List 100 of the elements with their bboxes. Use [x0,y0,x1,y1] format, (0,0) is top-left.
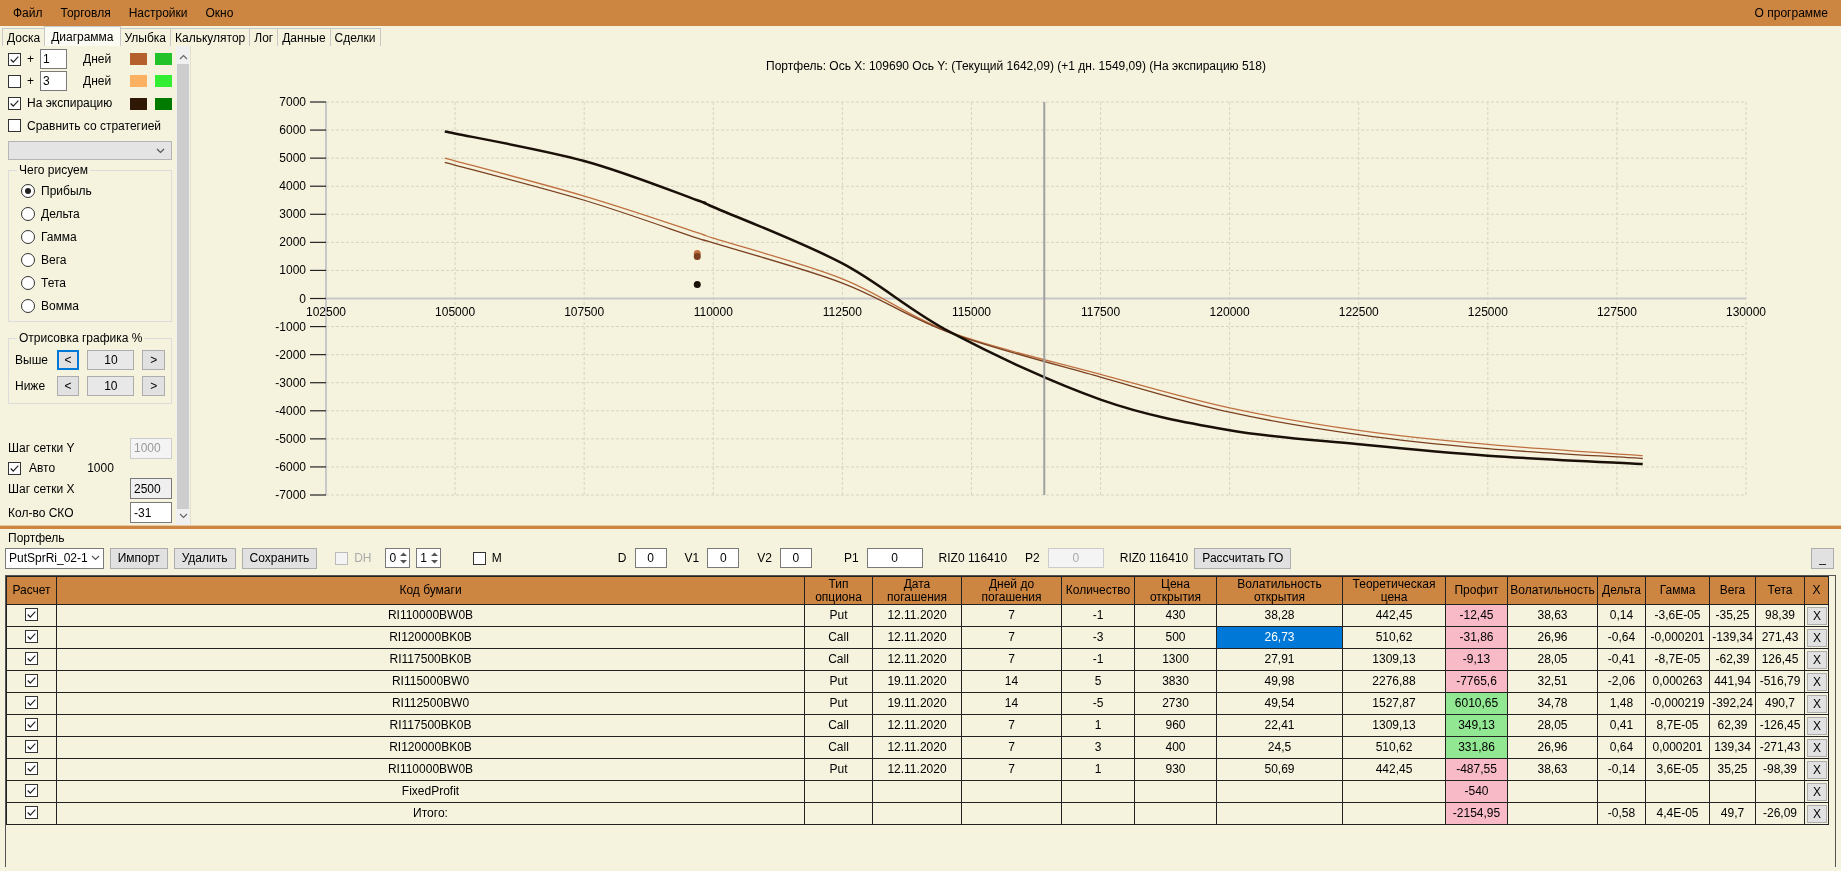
tab[interactable]: Данные [277,27,331,46]
column-header[interactable]: X [1804,576,1829,605]
menu-item[interactable]: Файл [4,3,52,23]
checkbox[interactable] [8,119,21,133]
tab[interactable]: Калькулятор [170,27,251,46]
checkbox[interactable] [25,783,38,797]
column-header[interactable]: Дельта [1597,576,1646,605]
value-field[interactable]: 10 [87,376,135,397]
scroll-up-icon[interactable] [178,54,188,60]
color-swatch[interactable] [130,53,147,66]
color-swatch[interactable] [155,75,172,88]
checkbox[interactable] [25,805,38,819]
column-header[interactable]: Код бумаги [56,576,805,605]
calculate-button[interactable]: Рассчитать ГО [1194,547,1292,569]
delete-button[interactable]: X [1807,694,1827,713]
decrease-button[interactable]: < [56,376,80,397]
minimize-button[interactable]: _ [1811,547,1834,569]
radio-button[interactable] [21,206,35,221]
column-header[interactable]: Дней до погашения [961,576,1062,605]
radio-label: Дельта [41,206,80,222]
menu-item[interactable]: О программе [1745,3,1837,23]
table-cell: -1 [1061,604,1135,627]
checkbox[interactable] [25,695,38,709]
menu-item[interactable]: Окно [196,3,243,23]
column-header[interactable]: Количество [1061,576,1135,605]
tab[interactable]: Сделки [329,27,381,46]
axis-label: 2000 [279,235,306,250]
radio-button[interactable] [21,298,35,313]
axis-label: 7000 [279,95,306,109]
spinner[interactable]: 1 [416,548,441,568]
menu-item[interactable]: Настройки [119,3,197,23]
checkbox[interactable] [25,607,38,621]
delete-button[interactable]: X [1807,782,1827,801]
radio-button[interactable] [21,229,35,244]
table-cell: -392,24 [1709,692,1756,715]
dropdown[interactable]: PutSprRi_02-1 [5,547,104,569]
column-header[interactable]: Вега [1709,576,1756,605]
input-field[interactable]: 0 [707,548,740,568]
delete-button[interactable]: X [1807,650,1827,669]
input-field[interactable]: -31 [130,502,172,524]
color-swatch[interactable] [130,97,147,110]
tab[interactable]: Доска [2,27,46,46]
scroll-down-icon[interactable] [178,513,188,519]
delete-button[interactable]: X [1807,716,1827,735]
increase-button[interactable]: > [142,376,165,397]
column-header[interactable]: Теоретическая цена [1342,576,1446,605]
radio-button[interactable] [21,252,35,267]
value-field[interactable]: 10 [87,350,135,371]
delete-button[interactable]: X [1807,628,1827,647]
checkbox[interactable] [472,551,486,565]
delete-button[interactable]: X [1807,672,1827,691]
checkbox[interactable] [25,629,38,643]
delete-button[interactable]: X [1807,804,1827,823]
input-field[interactable]: 2500 [130,478,172,500]
spinner[interactable]: 0 [385,548,411,568]
delete-button[interactable]: X [1807,738,1827,757]
checkbox[interactable] [8,462,21,476]
tab[interactable]: Диаграмма [44,25,121,46]
checkbox[interactable] [8,52,21,66]
spin-arrows-icon[interactable] [398,550,410,566]
input-field[interactable]: 0 [866,548,923,568]
color-swatch[interactable] [155,97,172,110]
checkbox[interactable] [8,97,21,110]
radio-button[interactable] [21,183,35,198]
toolbar-button[interactable]: Импорт [109,547,168,569]
menu-item[interactable]: Торговля [51,3,120,23]
column-header[interactable]: Расчет [6,576,57,605]
column-header[interactable]: Тип опциона [804,576,873,605]
column-header[interactable]: Волатильность [1507,576,1598,605]
checkbox[interactable] [25,651,38,665]
checkbox[interactable] [25,739,38,753]
unit-label: Дней [83,74,112,89]
input-field[interactable]: 1 [40,49,67,70]
toolbar-button[interactable]: Сохранить [241,547,318,569]
increase-button[interactable]: > [142,350,165,371]
scrollbar[interactable] [176,46,190,525]
column-header[interactable]: Цена открытия [1134,576,1217,605]
toolbar-button[interactable]: Удалить [173,547,236,569]
input-field[interactable]: 0 [779,548,812,568]
decrease-button[interactable]: < [56,350,80,371]
axis-label: 120000 [1209,304,1250,319]
checkbox[interactable] [25,673,38,687]
column-header[interactable]: Волатильность открытия [1216,576,1343,605]
input-field[interactable]: 0 [634,548,667,568]
radio-label: Гамма [41,229,77,245]
input-field[interactable]: 3 [40,71,67,92]
color-swatch[interactable] [155,53,172,66]
checkbox[interactable] [8,74,21,88]
delete-button[interactable]: X [1807,760,1827,779]
color-swatch[interactable] [130,75,147,88]
checkbox[interactable] [25,717,38,731]
checkbox[interactable] [25,761,38,775]
column-header[interactable]: Дата погашения [872,576,962,605]
scroll-thumb[interactable] [177,64,189,509]
radio-button[interactable] [21,275,35,290]
delete-button[interactable]: X [1807,606,1827,625]
column-header[interactable]: Гамма [1645,576,1710,605]
column-header[interactable]: Профит [1445,576,1508,605]
caret-icon [156,147,165,154]
column-header[interactable]: Тета [1755,576,1805,605]
